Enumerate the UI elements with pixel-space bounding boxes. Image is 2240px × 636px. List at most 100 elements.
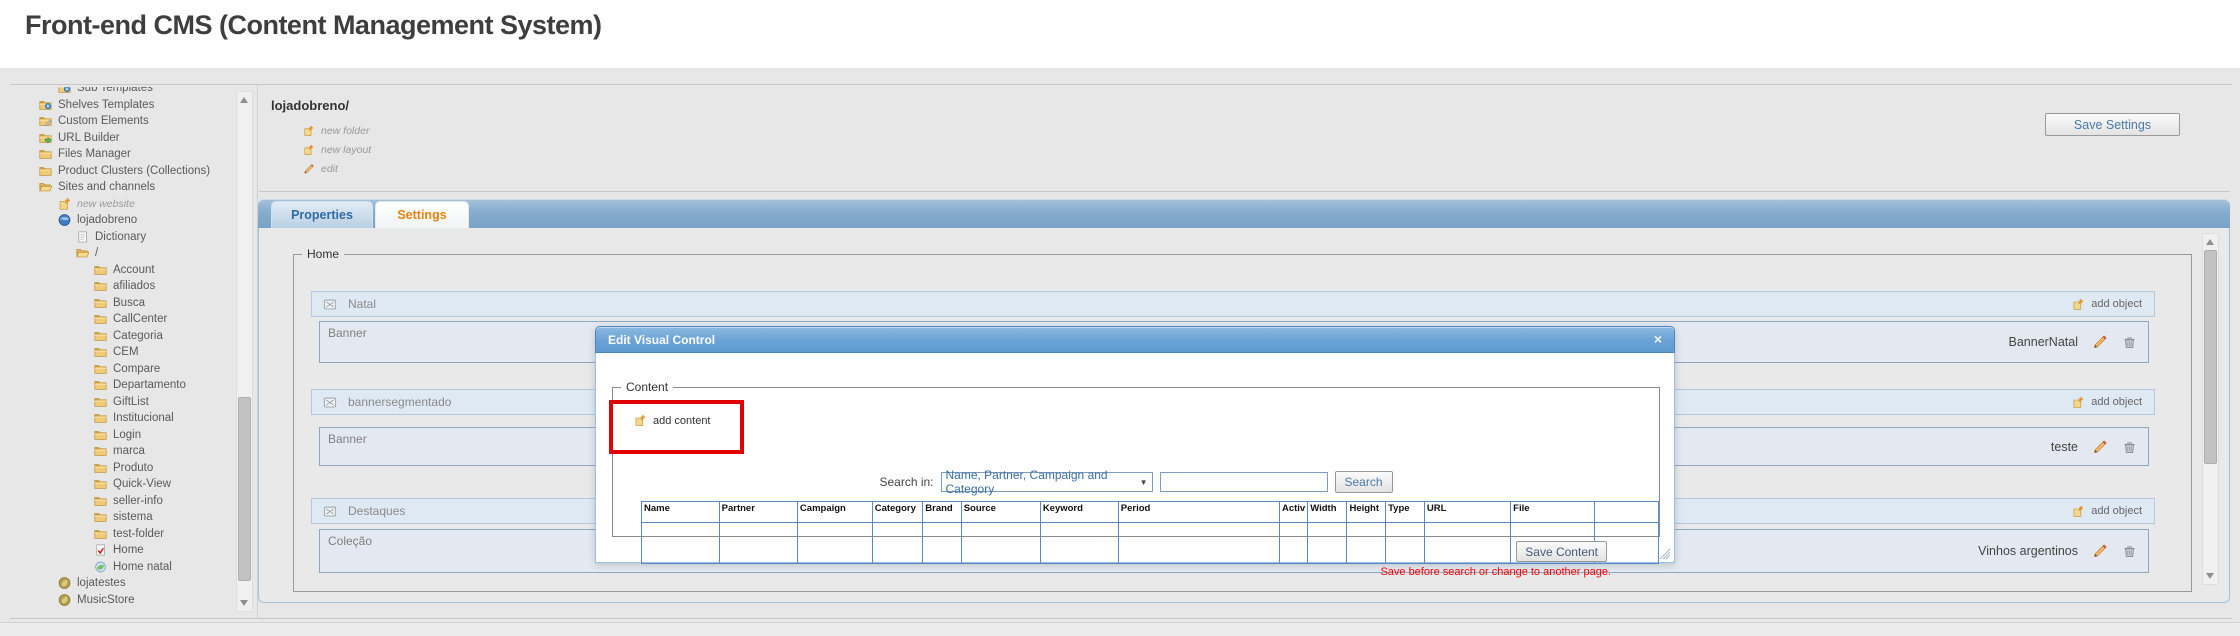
tree-item-label: Sites and channels xyxy=(58,181,155,193)
tree-item-url-builder[interactable]: URL Builder xyxy=(10,130,235,147)
close-icon[interactable]: × xyxy=(1654,327,1662,352)
add-object-link[interactable]: add object xyxy=(2071,396,2142,409)
edit-pencil-icon[interactable] xyxy=(2091,334,2108,350)
scroll-up-icon[interactable] xyxy=(2206,239,2214,245)
column-header-width: Width xyxy=(1308,502,1347,523)
content-scrollbar[interactable] xyxy=(2202,233,2219,585)
tree-item-cem[interactable]: CEM xyxy=(10,344,235,361)
empty-cell xyxy=(1347,523,1386,564)
tree-item-musicstore[interactable]: MusicStore xyxy=(10,592,235,609)
tree-item-label: Account xyxy=(113,264,155,276)
tree-item-sub-templates[interactable]: Sub Templates xyxy=(10,87,235,97)
tree-item-home-natal[interactable]: Home natal xyxy=(10,559,235,576)
column-header-name: Name xyxy=(642,502,720,523)
resize-grip[interactable] xyxy=(1659,547,1671,559)
tree-item-label: Institucional xyxy=(113,412,174,424)
scroll-down-icon[interactable] xyxy=(2206,573,2214,579)
tree-item-shelves-templates[interactable]: Shelves Templates xyxy=(10,97,235,114)
tree-item-label: Produto xyxy=(113,462,153,474)
edit-pencil-icon[interactable] xyxy=(2091,543,2108,559)
tree-item-label: CEM xyxy=(113,346,139,358)
tree-item-sites-and-channels[interactable]: Sites and channels xyxy=(10,179,235,196)
object-name: Vinhos argentinos xyxy=(1978,544,2078,558)
tab-settings[interactable]: Settings xyxy=(375,201,469,228)
column-header-keyword: Keyword xyxy=(1040,502,1118,523)
tree-item-seller-info[interactable]: seller-info xyxy=(10,493,235,510)
add-object-link[interactable]: add object xyxy=(2071,298,2142,311)
scroll-down-icon[interactable] xyxy=(240,600,248,606)
tree-item-dictionary[interactable]: Dictionary xyxy=(10,229,235,246)
tree-item-busca[interactable]: Busca xyxy=(10,295,235,312)
column-header-campaign: Campaign xyxy=(797,502,872,523)
tab-bar: Properties Settings xyxy=(258,199,2230,228)
tree-item-categoria[interactable]: Categoria xyxy=(10,328,235,345)
content-table-empty-row xyxy=(642,523,1659,564)
sidebar-scrollbar-thumb[interactable] xyxy=(238,397,251,581)
tree-item-label: marca xyxy=(113,445,145,457)
content-scrollbar-thumb[interactable] xyxy=(2204,250,2217,464)
sidebar-scrollbar[interactable] xyxy=(236,91,253,612)
add-content-link[interactable]: add content xyxy=(633,414,711,427)
folder-icon xyxy=(93,279,108,293)
tree-item-label: Compare xyxy=(113,363,160,375)
new-layout-link[interactable]: new layout xyxy=(302,140,371,159)
tree-item-callcenter[interactable]: CallCenter xyxy=(10,311,235,328)
tree-item-compare[interactable]: Compare xyxy=(10,361,235,378)
add-object-link[interactable]: add object xyxy=(2071,505,2142,518)
tree-item-label: new website xyxy=(77,198,135,210)
tree-item-home[interactable]: Home xyxy=(10,542,235,559)
save-settings-button[interactable]: Save Settings xyxy=(2045,113,2180,136)
delete-trash-icon[interactable] xyxy=(2121,439,2138,455)
tree-item-lojatestes[interactable]: lojatestes xyxy=(10,575,235,592)
site-tree: Sub TemplatesShelves TemplatesCustom Ele… xyxy=(10,87,235,616)
tree-item-test-folder[interactable]: test-folder xyxy=(10,526,235,543)
delete-trash-icon[interactable] xyxy=(2121,543,2138,559)
tree-item-label: lojadobreno xyxy=(77,214,137,226)
tree-item-new-website[interactable]: new website xyxy=(10,196,235,213)
folder-plus-icon xyxy=(57,197,72,211)
tree-item-product-clusters-collections[interactable]: Product Clusters (Collections) xyxy=(10,163,235,180)
tree-item-custom-elements[interactable]: Custom Elements xyxy=(10,113,235,130)
arrow-folder-icon xyxy=(38,131,53,145)
tree-item-giftlist[interactable]: GiftList xyxy=(10,394,235,411)
edit-pencil-icon[interactable] xyxy=(2091,439,2108,455)
tree-item-account[interactable]: Account xyxy=(10,262,235,279)
column-header-url: URL xyxy=(1424,502,1510,523)
gear-folder-icon xyxy=(38,98,53,112)
add-content-label: add content xyxy=(653,415,711,427)
new-folder-link[interactable]: new folder xyxy=(302,121,371,140)
page-globe-icon xyxy=(93,560,108,574)
column-header-type: Type xyxy=(1386,502,1425,523)
globe-gold-icon xyxy=(57,593,72,607)
folder-icon xyxy=(93,527,108,541)
tree-item-files-manager[interactable]: Files Manager xyxy=(10,146,235,163)
home-fieldset-legend: Home xyxy=(302,247,344,261)
add-icon xyxy=(2071,396,2085,409)
scroll-up-icon[interactable] xyxy=(240,97,248,103)
tree-item-institucional[interactable]: Institucional xyxy=(10,410,235,427)
tree-item-afiliados[interactable]: afiliados xyxy=(10,278,235,295)
content-fieldset-legend: Content xyxy=(621,380,673,394)
empty-cell xyxy=(923,523,961,564)
folder-icon xyxy=(93,411,108,425)
edit-link[interactable]: edit xyxy=(302,159,371,178)
tab-properties[interactable]: Properties xyxy=(271,201,373,228)
tree-item-label: Busca xyxy=(113,297,145,309)
tree-item-sistema[interactable]: sistema xyxy=(10,509,235,526)
search-button[interactable]: Search xyxy=(1335,471,1393,493)
tree-item-login[interactable]: Login xyxy=(10,427,235,444)
tree-item-lojadobreno[interactable]: lojadobreno xyxy=(10,212,235,229)
tree-item-[interactable]: / xyxy=(10,245,235,262)
tree-item-label: Quick-View xyxy=(113,478,171,490)
tree-item-marca[interactable]: marca xyxy=(10,443,235,460)
tree-item-quick-view[interactable]: Quick-View xyxy=(10,476,235,493)
save-content-button[interactable]: Save Content xyxy=(1516,541,1607,562)
add-icon xyxy=(2071,505,2085,518)
empty-cell xyxy=(872,523,923,564)
dialog-titlebar[interactable]: Edit Visual Control × xyxy=(595,326,1675,353)
tree-item-produto[interactable]: Produto xyxy=(10,460,235,477)
delete-trash-icon[interactable] xyxy=(2121,334,2138,350)
search-in-select[interactable]: Name, Partner, Campaign and Category ▼ xyxy=(941,472,1153,492)
tree-item-departamento[interactable]: Departamento xyxy=(10,377,235,394)
search-input[interactable] xyxy=(1160,472,1328,492)
